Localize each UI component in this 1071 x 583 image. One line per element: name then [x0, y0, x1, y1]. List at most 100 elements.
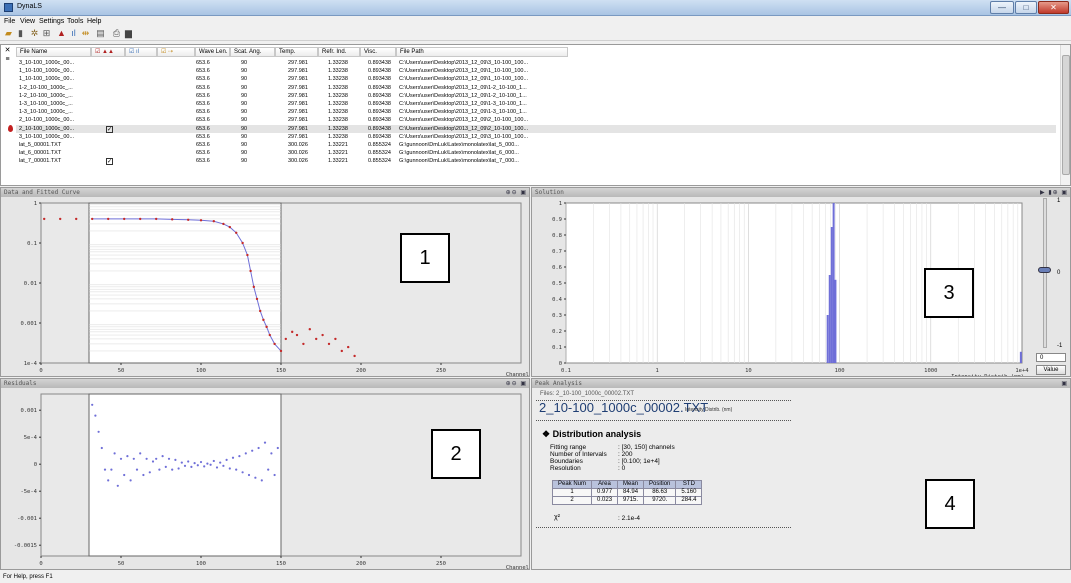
distribution-bar: [1019, 351, 1022, 363]
menu-file[interactable]: File: [4, 18, 15, 25]
table-row[interactable]: 1-3_10-100_1000c_... 653.6 90 297.981 1.3323…: [16, 100, 1056, 108]
x-tick-label: 250: [436, 368, 446, 374]
y-tick-label: 0.8: [552, 233, 562, 239]
menu-help[interactable]: Help: [87, 18, 101, 25]
data-point: [340, 349, 343, 353]
pin-list-icon[interactable]: ≡: [3, 56, 12, 64]
table-cell-refr: 1.33221: [328, 150, 348, 157]
data-point: [284, 337, 287, 341]
peak-row: 2 0.023 9715. 9720. 284.4: [551, 496, 703, 505]
fit-icon[interactable]: ⊞: [41, 28, 52, 39]
peak-col-mean: Mean: [617, 480, 645, 489]
preview-icon[interactable]: ⎙: [111, 28, 122, 39]
column-check-fit[interactable]: ☑ ▲▲: [91, 47, 125, 57]
close-list-icon[interactable]: ✕: [3, 47, 12, 55]
table-row[interactable]: 1_10-100_1000c_00... 653.6 90 297.981 1.3323…: [16, 75, 1056, 83]
x-tick-label: 100: [196, 368, 206, 374]
table-row[interactable]: 1-3_10-100_1000c_... 653.6 90 297.981 1.3323…: [16, 108, 1056, 116]
residual-point: [199, 460, 203, 464]
table-row[interactable]: 1_10-100_1000c_00... 653.6 90 297.981 1.3323…: [16, 67, 1056, 75]
residual-point: [113, 452, 116, 455]
active-file-icon: [8, 124, 13, 132]
data-point: [139, 217, 142, 221]
table-cell-temp: 297.981: [288, 125, 308, 132]
fit-panel-titlebar: Data and Fitted Curve ⊕⊖ ▣: [1, 188, 529, 197]
table-row[interactable]: 1-2_10-100_1000c_... 653.6 90 297.981 1.3323…: [16, 92, 1056, 100]
table-cell-wave: 653.6: [196, 92, 210, 99]
data-point: [228, 225, 231, 229]
table-cell-refr: 1.33238: [328, 92, 348, 99]
table-cell-angle: 90: [241, 60, 248, 66]
peak-col-std: STD: [675, 480, 703, 489]
menu-view[interactable]: View: [20, 18, 35, 25]
x-axis-label: Channel: [506, 372, 529, 377]
solution-panel-play-icon[interactable]: ▶ ▮⊕ ▣: [1040, 189, 1068, 196]
row-checkbox[interactable]: ✓: [106, 125, 113, 133]
data-point: [302, 342, 305, 346]
residuals-panel-zoom-icon[interactable]: ⊕⊖ ▣: [506, 380, 527, 387]
chi-squared-value: : 2.1e-4: [618, 515, 641, 522]
column-visc[interactable]: Visc.: [360, 47, 396, 57]
peak-panel-close-icon[interactable]: ▣: [1061, 380, 1068, 387]
column-check-dist[interactable]: ☑ ıl: [125, 47, 157, 57]
residual-point: [270, 452, 273, 455]
data-point: [273, 342, 276, 346]
data-point: [171, 218, 174, 221]
table-row[interactable]: 1-2_10-100_1000c_... 653.6 90 297.981 1.3323…: [16, 84, 1056, 92]
table-row[interactable]: 2_10-100_1000c_00... 653.6 90 297.981 1.3323…: [16, 116, 1056, 124]
column-refr-ind[interactable]: Refr. Ind.: [318, 47, 360, 57]
fit-panel-zoom-icon[interactable]: ⊕⊖ ▣: [506, 189, 527, 196]
document-icon[interactable]: ▤: [95, 28, 106, 39]
column-wave-len[interactable]: Wave Len.: [195, 47, 230, 57]
data-point: [268, 333, 271, 337]
regularization-slider-thumb[interactable]: [1038, 267, 1051, 273]
close-button[interactable]: ✕: [1038, 1, 1069, 14]
residual-point: [219, 461, 222, 464]
value-button[interactable]: Value: [1036, 365, 1066, 375]
table-cell-path: C:\Users\user\Desktop\2013_12_09\2_10-10…: [399, 125, 529, 132]
row-checkbox[interactable]: ✓: [106, 158, 113, 166]
table-cell-visc: 0.893438: [368, 76, 391, 83]
table-cell-wave: 653.6: [196, 109, 210, 116]
table-row[interactable]: lat_7_00001.TXT 653.6 90 300.026 1.33221 0.85…: [16, 157, 1056, 166]
table-cell-name: 1-3_10-100_1000c_...: [19, 101, 73, 107]
file-list-scrollbar[interactable]: [1060, 45, 1070, 185]
table-row[interactable]: lat_6_00001.TXT 653.6 90 300.026 1.33221 0.85…: [16, 149, 1056, 157]
open-icon[interactable]: ▰: [3, 28, 14, 39]
table-row[interactable]: lat_5_00001.TXT 653.6 90 300.026 1.33221 0.85…: [16, 141, 1056, 149]
residual-point: [155, 457, 158, 460]
menu-tools[interactable]: Tools: [67, 18, 83, 25]
column-temp[interactable]: Temp.: [275, 47, 318, 57]
table-row[interactable]: 2_10-100_1000c_00... 653.6 90 297.981 1.3323…: [8, 124, 1056, 133]
maximize-button[interactable]: □: [1015, 1, 1037, 14]
table-row[interactable]: 3_10-100_1000c_00... 653.6 90 297.981 1.3323…: [16, 59, 1056, 67]
value-input[interactable]: 0: [1036, 353, 1066, 362]
print-icon[interactable]: ▆: [123, 28, 134, 39]
scrollbar-thumb[interactable]: [1062, 55, 1070, 175]
table-cell-wave: 653.6: [196, 101, 210, 107]
settings-icon[interactable]: ✲: [29, 28, 40, 39]
table-cell-temp: 297.981: [288, 92, 308, 99]
column-file-path[interactable]: File Path: [396, 47, 568, 57]
chart-icon[interactable]: ▲: [56, 28, 67, 39]
menu-settings[interactable]: Settings: [39, 18, 64, 25]
x-axis-label: Channel: [506, 565, 529, 570]
x-tick-label: 50: [118, 368, 125, 374]
axis-icon[interactable]: ıl: [68, 28, 79, 39]
column-file-name[interactable]: File Name: [16, 47, 91, 57]
y-tick-label: 0.001: [20, 321, 37, 327]
range-icon[interactable]: ⇹: [80, 28, 91, 39]
minimize-button[interactable]: —: [990, 1, 1014, 14]
table-row[interactable]: 3_10-100_1000c_00... 653.6 90 297.981 1.3323…: [16, 133, 1056, 141]
regularization-slider-track[interactable]: [1043, 198, 1047, 348]
data-point: [241, 241, 244, 245]
table-header: File Name ☑ ▲▲ ☑ ıl ☑ ⇢ Wave Len. Scat. …: [16, 47, 1056, 57]
data-point: [265, 325, 268, 329]
table-cell-wave: 653.6: [196, 76, 210, 83]
column-scat-ang[interactable]: Scat. Ang.: [230, 47, 275, 57]
delete-icon[interactable]: ▮: [15, 28, 26, 39]
residual-point: [251, 449, 254, 452]
residual-point: [183, 464, 187, 467]
table-cell-path: G:\gunnoon\DmLuk\Latex\monolatex\lat_7_0…: [399, 158, 519, 165]
column-check-range[interactable]: ☑ ⇢: [157, 47, 195, 57]
